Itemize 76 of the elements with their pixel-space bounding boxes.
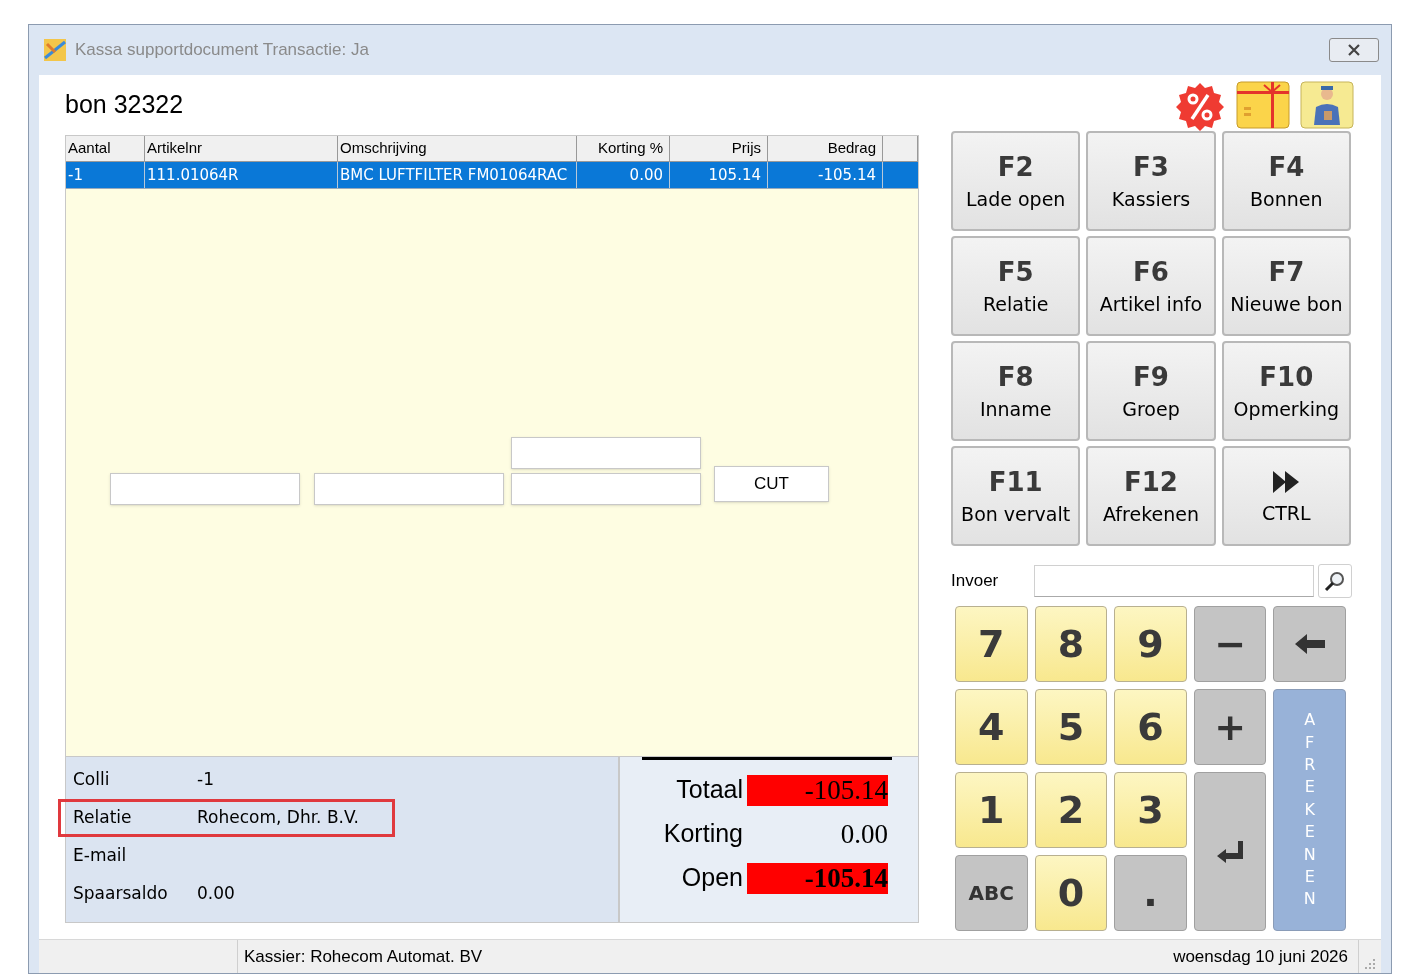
input-field[interactable] (511, 437, 701, 469)
keypad-key[interactable]: ABC (955, 855, 1028, 931)
total-label: Totaal (676, 774, 744, 806)
total-label: Open (681, 862, 744, 894)
close-icon (1347, 44, 1361, 56)
keypad-key[interactable]: 7 (955, 606, 1028, 682)
info-value: Rohecom, Dhr. B.V. (197, 806, 359, 830)
cut-button[interactable]: CUT (714, 466, 829, 502)
receipt-title: bon 32322 (65, 89, 185, 121)
function-key-button[interactable]: F11 Bon vervalt (951, 446, 1081, 546)
table-cell: 105.14 (670, 162, 768, 188)
input-field[interactable] (314, 473, 504, 505)
info-label: Relatie (73, 806, 133, 830)
function-key-button[interactable]: F5 Relatie (951, 236, 1081, 336)
input-field[interactable] (511, 473, 701, 505)
table-row[interactable]: -1 111.01064R BMC LUFTFILTER FM01064RAC 0.00 105.14 -105.14 (66, 162, 918, 189)
resize-grip-icon (1363, 957, 1377, 971)
total-value: -105.14 (747, 862, 888, 894)
function-key-button[interactable]: F2 Lade open (951, 131, 1081, 231)
keypad-key[interactable]: 1 (955, 772, 1028, 848)
keypad-key[interactable]: − (1193, 606, 1267, 682)
keypad-key[interactable]: 8 (1034, 606, 1108, 682)
total-value: -105.14 (747, 774, 888, 806)
input-field[interactable] (1034, 565, 1314, 597)
table-cell: -105.14 (768, 162, 883, 188)
cashier-person-icon[interactable] (1300, 81, 1354, 129)
column-header[interactable]: Prijs (670, 136, 768, 161)
total-value: 0.00 (839, 818, 888, 850)
keypad-key[interactable]: 9 (1114, 606, 1187, 682)
search-icon (1324, 570, 1346, 592)
function-key-button[interactable]: F9 Groep (1086, 341, 1216, 441)
table-cell: -1 (66, 162, 145, 188)
date-status: woensdag 10 juni 2026 (1173, 940, 1359, 973)
enter-arrow-icon (1216, 839, 1245, 864)
keypad-key[interactable] (1273, 606, 1346, 682)
info-label: E-mail (73, 844, 128, 868)
table-cell: 0.00 (577, 162, 670, 188)
column-header[interactable]: Omschrijving (338, 136, 577, 161)
fast-forward-icon (1272, 469, 1301, 494)
column-header[interactable]: Korting % (577, 136, 670, 161)
keypad-key[interactable]: + (1193, 689, 1267, 765)
function-key-button[interactable]: F4 Bonnen (1221, 131, 1351, 231)
keypad-key[interactable]: 0 (1034, 855, 1108, 931)
function-key-button[interactable]: F7 Nieuwe bon (1221, 236, 1351, 336)
column-header[interactable]: Bedrag (768, 136, 883, 161)
keypad-key[interactable]: 5 (1034, 689, 1108, 765)
percent-badge-icon[interactable] (1174, 81, 1226, 133)
function-key-button[interactable]: F3 Kassiers (1086, 131, 1216, 231)
column-header[interactable]: Aantal (66, 136, 145, 161)
input-field[interactable] (110, 473, 300, 505)
app-icon (43, 38, 67, 62)
table-cell: BMC LUFTFILTER FM01064RAC (338, 162, 577, 188)
function-key-button[interactable]: F10 Opmerking (1221, 341, 1351, 441)
window-title: Kassa supportdocument Transactie: Ja (75, 39, 369, 62)
info-label: Spaarsaldo (73, 882, 169, 906)
cashier-status: Kassier: Rohecom Automat. BV (243, 945, 483, 968)
keypad-key[interactable]: 4 (955, 689, 1028, 765)
column-header[interactable]: Artikelnr (145, 136, 338, 161)
function-key-button[interactable]: CTRL (1221, 446, 1351, 546)
keypad-key[interactable]: 6 (1114, 689, 1187, 765)
gift-box-icon[interactable] (1236, 81, 1290, 129)
total-label: Korting (663, 818, 744, 850)
function-key-button[interactable]: F6 Artikel info (1086, 236, 1216, 336)
input-label: Invoer (951, 570, 1000, 593)
keypad-key[interactable]: 2 (1034, 772, 1108, 848)
search-button[interactable] (1318, 564, 1352, 598)
info-label: Colli (73, 768, 111, 792)
close-button[interactable] (1329, 38, 1379, 62)
keypad-key[interactable]: 3 (1114, 772, 1187, 848)
info-value: 0.00 (197, 882, 235, 906)
backspace-arrow-icon (1293, 633, 1326, 655)
table-cell: 111.01064R (145, 162, 338, 188)
keypad-key[interactable]: . (1114, 855, 1187, 931)
info-value: -1 (197, 768, 214, 792)
function-key-button[interactable]: F8 Inname (951, 341, 1081, 441)
function-key-button[interactable]: F12 Afrekenen (1086, 446, 1216, 546)
